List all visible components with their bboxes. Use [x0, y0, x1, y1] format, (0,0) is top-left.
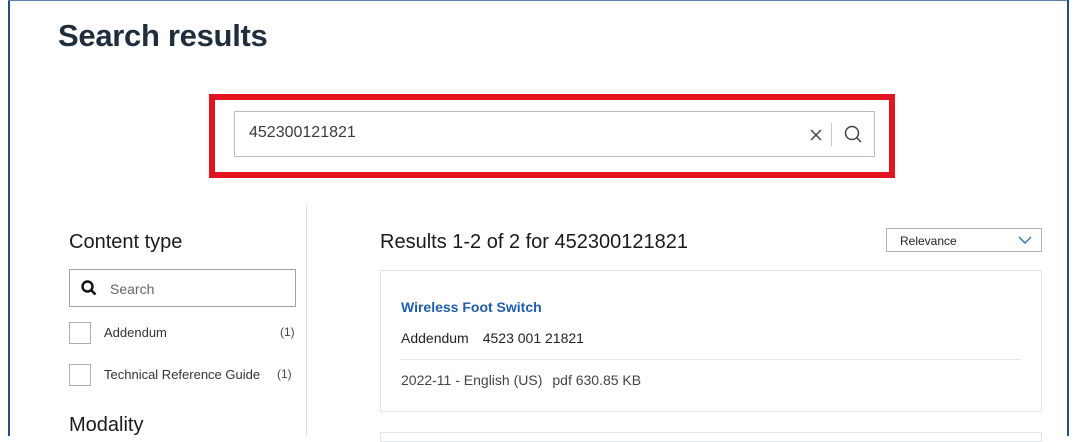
window-border-left [8, 0, 10, 436]
sort-dropdown[interactable]: Relevance [886, 228, 1042, 252]
checkbox[interactable] [69, 322, 91, 344]
filter-option-count: (1) [277, 367, 292, 381]
result-details: 2022-11 - English (US) pdf 630.85 KB [401, 372, 641, 388]
result-meta: Addendum 4523 001 21821 [401, 330, 584, 346]
content-type-heading: Content type [69, 231, 183, 253]
checkbox[interactable] [69, 364, 91, 386]
filter-option-label: Addendum [104, 325, 167, 340]
result-card [380, 432, 1042, 442]
sort-selected-value: Relevance [900, 234, 957, 248]
result-divider [401, 359, 1021, 360]
search-icon [81, 280, 97, 296]
filter-option-addendum[interactable]: Addendum (1) [69, 322, 309, 346]
filter-option-technical-reference-guide[interactable]: Technical Reference Guide (1) [69, 364, 309, 388]
window-border-right [1067, 0, 1069, 436]
result-doc-type: Addendum [401, 330, 469, 346]
result-file-info[interactable]: pdf 630.85 KB [552, 372, 641, 388]
result-card: Wireless Foot Switch Addendum 4523 001 21… [380, 270, 1042, 412]
filter-option-count: (1) [280, 325, 295, 339]
sidebar-divider [306, 206, 307, 436]
window-border-top [8, 0, 1068, 1]
filter-option-label: Technical Reference Guide [104, 367, 261, 382]
annotation-highlight-box [209, 94, 895, 178]
result-doc-number: 4523 001 21821 [482, 330, 584, 346]
chevron-down-icon [1018, 236, 1032, 244]
page-title: Search results [58, 18, 268, 53]
content-type-filter-search[interactable]: Search [69, 269, 296, 307]
results-summary: Results 1-2 of 2 for 452300121821 [380, 231, 688, 253]
result-title-link[interactable]: Wireless Foot Switch [401, 299, 542, 315]
result-date-language: 2022-11 - English (US) [401, 372, 543, 388]
filter-search-placeholder: Search [110, 281, 155, 297]
modality-heading: Modality [69, 414, 144, 436]
